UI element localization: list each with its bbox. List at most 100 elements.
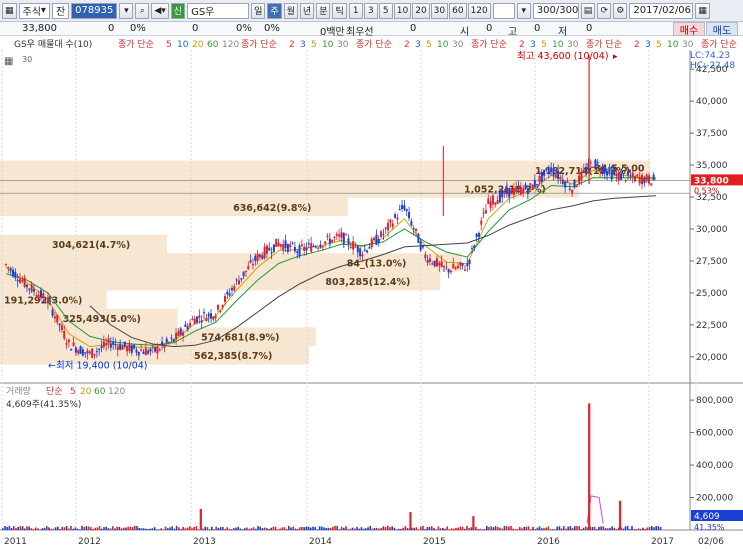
candle-body	[573, 179, 576, 188]
interval-button-120[interactable]: 120	[467, 2, 491, 19]
candle-body	[147, 350, 150, 354]
market-select2[interactable]: 잔	[51, 2, 70, 19]
candle-body	[624, 179, 627, 182]
interval-button-1[interactable]: 1	[348, 2, 363, 19]
volume-bar	[35, 527, 37, 530]
interval-button-60[interactable]: 60	[449, 2, 467, 19]
search-icon[interactable]: ⌕	[135, 2, 150, 19]
volume-bar	[470, 527, 473, 530]
candle-body	[510, 188, 513, 195]
interval-button-30[interactable]: 30	[430, 2, 449, 19]
candle-body	[154, 346, 157, 352]
candle-body	[70, 348, 73, 351]
dropdown-icon[interactable]: ▾	[119, 2, 134, 19]
volume-profile-label: 574,681(8.9%)	[201, 333, 279, 344]
volume-bar	[391, 526, 393, 530]
volume-bar	[81, 525, 83, 530]
calendar-icon[interactable]: ▦	[695, 2, 710, 19]
candle-body	[615, 173, 618, 177]
volume-bar	[501, 528, 503, 530]
volume-bar	[28, 526, 30, 530]
open-value: 0	[486, 23, 493, 34]
date-field[interactable]: 2017/02/06	[629, 2, 694, 19]
volume-bar	[527, 526, 530, 530]
buy-button[interactable]: 매수	[673, 22, 705, 37]
volume-bar	[213, 529, 215, 530]
grid-icon[interactable]: ▦	[2, 2, 17, 19]
tools-icon[interactable]: ⚙	[613, 2, 628, 19]
period-year-button[interactable]: 년	[299, 2, 315, 19]
refresh-icon[interactable]: ⟳	[597, 2, 612, 19]
stock-name-field[interactable]: GS우	[187, 2, 250, 19]
candle-body	[161, 341, 164, 346]
volume-bar	[389, 527, 391, 530]
interval-dropdown-icon[interactable]: ▾	[516, 2, 531, 19]
market-select[interactable]: 주식 ▾	[18, 2, 50, 19]
volume-bar	[519, 526, 521, 530]
volume-bar	[57, 526, 59, 530]
low-annotation: ←최저 19,400 (10/04)	[48, 360, 148, 371]
candle-body	[338, 234, 341, 237]
candle-body	[186, 326, 189, 330]
period-week-button[interactable]: 주	[267, 2, 282, 19]
y-tick-label: 25,000	[696, 289, 728, 299]
chart-type-icon[interactable]: ▤	[580, 2, 596, 19]
candle-body	[203, 312, 206, 314]
volume-bar	[635, 529, 638, 530]
candle-body	[650, 183, 653, 186]
ma-period: 30	[567, 40, 579, 50]
interval-button-5[interactable]: 5	[378, 2, 393, 19]
candle-body	[424, 254, 427, 259]
volume-bar	[424, 529, 426, 530]
volume-bar	[274, 526, 277, 530]
candle-body	[566, 181, 569, 183]
volume-bar	[450, 528, 453, 530]
volume-bar	[598, 526, 600, 530]
volume-bar	[560, 528, 563, 530]
interval-button-20[interactable]: 20	[412, 2, 430, 19]
volume-bar	[490, 526, 492, 530]
candle-body	[286, 244, 289, 253]
interval-input[interactable]	[492, 2, 515, 19]
count-field[interactable]: 300/300	[532, 2, 579, 19]
speaker-icon[interactable]: ◀▾	[151, 2, 169, 19]
candle-body	[189, 323, 192, 327]
ma-period: 5	[541, 40, 547, 50]
stock-chart[interactable]: 562,385(8.7%) 574,681(8.9%) 325,493(5.0%) 1…	[0, 36, 743, 550]
volume-bar	[327, 527, 330, 530]
volume-bar	[373, 528, 376, 530]
candle-body	[461, 263, 464, 266]
volume-bar	[131, 527, 134, 530]
volume-bar	[70, 525, 72, 530]
volume-bar	[549, 529, 552, 530]
candle-body	[112, 341, 115, 345]
volume-bar	[50, 528, 52, 530]
volume-bar	[206, 527, 209, 530]
volume-bar	[261, 528, 264, 530]
candle-body	[28, 288, 31, 290]
candle-body	[21, 280, 24, 282]
volume-bar	[235, 527, 237, 530]
period-minute-button[interactable]: 분	[316, 2, 331, 19]
period-month-button[interactable]: 월	[283, 2, 298, 19]
candle-body	[275, 238, 278, 247]
legend-row: GS우 매물대 수(10) 종가 단순 5 10 20 60 120 종가 단순 2 3 5 10 30…	[0, 36, 743, 50]
sell-button[interactable]: 매도	[706, 22, 738, 37]
volume-bar	[611, 526, 613, 530]
candle-body	[484, 210, 487, 214]
candle-body	[627, 171, 630, 176]
volume-bar	[186, 527, 189, 530]
stock-code-input[interactable]: 078935	[71, 2, 118, 19]
candle-body	[620, 173, 623, 180]
interval-button-10[interactable]: 10	[393, 2, 412, 19]
volume-bar	[349, 528, 352, 530]
period-day-button[interactable]: 일	[251, 2, 266, 19]
candle-body	[191, 319, 194, 321]
volume-bar	[15, 528, 17, 530]
volume-bar	[576, 525, 578, 530]
volume-bar	[567, 526, 569, 530]
volume-bar	[175, 525, 178, 530]
period-tick-button[interactable]: 틱	[332, 2, 347, 19]
candle-body	[475, 233, 478, 237]
interval-button-3[interactable]: 3	[363, 2, 378, 19]
